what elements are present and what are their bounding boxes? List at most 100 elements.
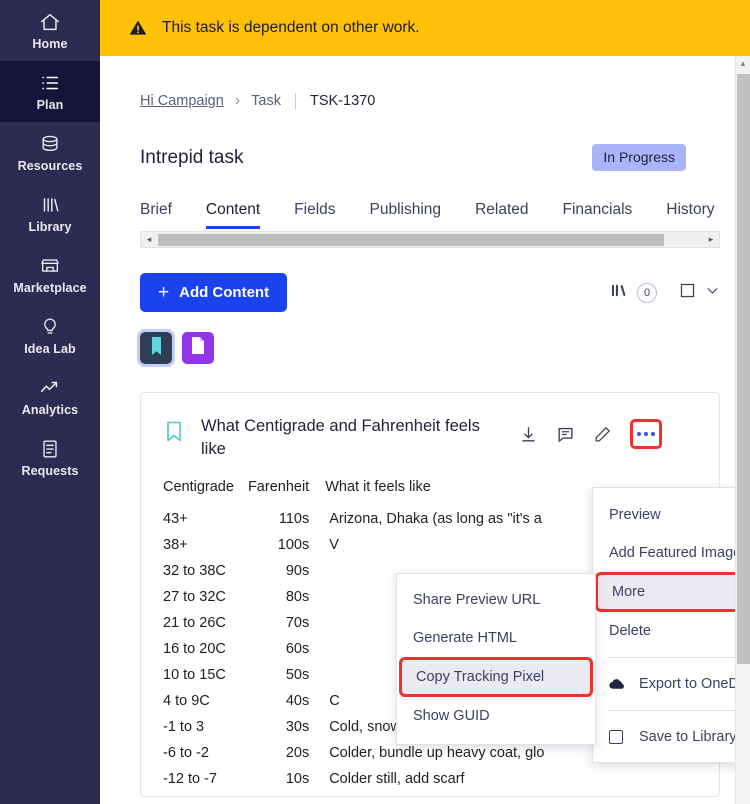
tab-history[interactable]: History <box>666 201 714 229</box>
checkbox-empty-icon[interactable] <box>609 730 629 744</box>
column-header-centigrade: Centigrade <box>163 479 234 495</box>
content-card-header: What Centigrade and Fahrenheit feels lik… <box>141 393 719 461</box>
tab-scrollbar[interactable]: ◂ ▸ <box>140 231 720 248</box>
dot <box>651 432 655 436</box>
download-icon[interactable] <box>519 425 538 444</box>
bookmark-icon <box>149 336 164 360</box>
menu-item-save-to-library[interactable]: Save to Library <box>593 718 750 756</box>
menu-item-share-preview-url[interactable]: Share Preview URL <box>397 581 595 619</box>
table-row: -6 to -2 20s Colder, bundle up heavy coa… <box>163 744 558 770</box>
select-all-group[interactable] <box>679 282 720 304</box>
page-scroll-thumb[interactable] <box>737 74 750 664</box>
sidebar-item-label: Library <box>28 219 72 234</box>
cell-centigrade: 43+ <box>163 511 188 527</box>
edit-pencil-icon[interactable] <box>593 425 612 444</box>
banner-message: This task is dependent on other work. <box>162 19 420 36</box>
primary-sidebar: Home Plan Resources Library Marketplace <box>0 0 100 804</box>
title-row: Intrepid task In Progress <box>140 144 686 171</box>
content-type-chips <box>137 329 686 367</box>
cell-farenheit: 90s <box>285 563 310 579</box>
tab-scroll-thumb[interactable] <box>158 234 664 246</box>
menu-item-generate-html[interactable]: Generate HTML <box>397 619 595 657</box>
comment-icon[interactable] <box>556 425 575 444</box>
cell-farenheit: 60s <box>285 641 310 657</box>
tab-scroll-left-arrow[interactable]: ◂ <box>141 234 157 245</box>
breadcrumb-campaign-link[interactable]: Hi Campaign <box>140 93 224 109</box>
books-icon <box>39 194 61 216</box>
table-row: 38+ 100s V <box>163 536 558 562</box>
add-content-button[interactable]: + Add Content <box>140 273 288 312</box>
tab-financials[interactable]: Financials <box>563 201 633 229</box>
menu-item-preview[interactable]: Preview <box>593 496 750 534</box>
trend-up-icon <box>39 377 61 399</box>
checkbox-box <box>609 730 623 744</box>
sidebar-item-home[interactable]: Home <box>0 0 100 61</box>
tab-fields[interactable]: Fields <box>294 201 335 229</box>
sidebar-item-label: Analytics <box>21 402 79 417</box>
menu-item-label: Add Featured Image <box>609 545 742 561</box>
menu-item-more[interactable]: More <box>595 572 750 612</box>
sidebar-item-label: Resources <box>17 158 83 173</box>
cell-feels: Colder, bundle up heavy coat, glo <box>329 745 545 761</box>
cell-centigrade: -1 to 3 <box>163 719 205 735</box>
menu-item-delete[interactable]: Delete <box>593 612 750 650</box>
content-card-title[interactable]: What Centigrade and Fahrenheit feels lik… <box>201 415 501 461</box>
books-icon <box>609 281 628 305</box>
cell-farenheit: 30s <box>285 719 310 735</box>
status-badge[interactable]: In Progress <box>592 144 686 171</box>
cell-centigrade: -12 to -7 <box>163 771 217 787</box>
document-icon <box>39 438 61 460</box>
sidebar-item-label: Home <box>32 36 68 51</box>
table-header-row: Centigrade Farenheit What it feels like <box>163 479 558 510</box>
menu-item-label: Preview <box>609 507 661 523</box>
menu-item-copy-tracking-pixel[interactable]: Copy Tracking Pixel <box>399 657 593 697</box>
cell-farenheit: 70s <box>285 615 310 631</box>
sidebar-item-resources[interactable]: Resources <box>0 122 100 183</box>
sidebar-item-idea-lab[interactable]: Idea Lab <box>0 305 100 366</box>
sidebar-item-requests[interactable]: Requests <box>0 427 100 488</box>
cell-centigrade: 10 to 15C <box>163 667 226 683</box>
sidebar-item-library[interactable]: Library <box>0 183 100 244</box>
scroll-up-arrow[interactable]: ▲ <box>736 56 750 71</box>
cell-feels: Arizona, Dhaka (as long as "it's a <box>329 511 542 527</box>
library-count-group[interactable]: 0 <box>609 281 657 305</box>
content-card-actions <box>519 415 662 449</box>
breadcrumb-section[interactable]: Task <box>251 93 281 109</box>
lightbulb-icon <box>39 316 61 338</box>
bookmark-chip[interactable] <box>137 329 175 367</box>
sidebar-item-analytics[interactable]: Analytics <box>0 366 100 427</box>
chevron-down-icon[interactable] <box>705 283 720 303</box>
sidebar-item-plan[interactable]: Plan <box>0 61 100 122</box>
menu-item-add-featured-image[interactable]: Add Featured Image <box>593 534 750 572</box>
page-scrollbar[interactable]: ▲ <box>735 56 750 804</box>
menu-item-label: Export to OneDrive <box>639 676 750 692</box>
tab-scroll-right-arrow[interactable]: ▸ <box>703 234 719 245</box>
toolbar-right-group: 0 <box>609 281 720 305</box>
tab-content[interactable]: Content <box>205 201 261 229</box>
tab-publishing[interactable]: Publishing <box>370 201 442 229</box>
menu-item-label: Share Preview URL <box>413 592 541 608</box>
document-chip[interactable] <box>182 332 214 364</box>
sidebar-item-marketplace[interactable]: Marketplace <box>0 244 100 305</box>
database-icon <box>39 133 61 155</box>
tab-related[interactable]: Related <box>475 201 528 229</box>
dependency-banner: This task is dependent on other work. <box>100 0 750 56</box>
more-options-icon[interactable] <box>630 419 662 449</box>
cell-centigrade: 4 to 9C <box>163 693 210 709</box>
menu-item-show-guid[interactable]: Show GUID <box>397 697 595 735</box>
column-header-feels: What it feels like <box>325 479 431 495</box>
main-pane: This task is dependent on other work. Hi… <box>100 0 750 804</box>
menu-item-export-to-onedrive[interactable]: Export to OneDrive <box>593 665 750 703</box>
cell-farenheit: 20s <box>285 745 310 761</box>
menu-divider <box>609 657 750 658</box>
sidebar-item-label: Plan <box>36 97 64 112</box>
cell-farenheit: 10s <box>285 771 310 787</box>
sidebar-item-label: Marketplace <box>13 280 87 295</box>
cell-feels: Colder still, add scarf <box>329 771 465 787</box>
list-icon <box>39 72 61 94</box>
table-row: -12 to -7 10s Colder still, add scarf <box>163 770 558 796</box>
bookmark-outline-icon <box>165 415 183 447</box>
tab-brief[interactable]: Brief <box>140 201 172 229</box>
checkbox-empty-icon[interactable] <box>679 282 696 304</box>
cell-centigrade: 38+ <box>163 537 188 553</box>
